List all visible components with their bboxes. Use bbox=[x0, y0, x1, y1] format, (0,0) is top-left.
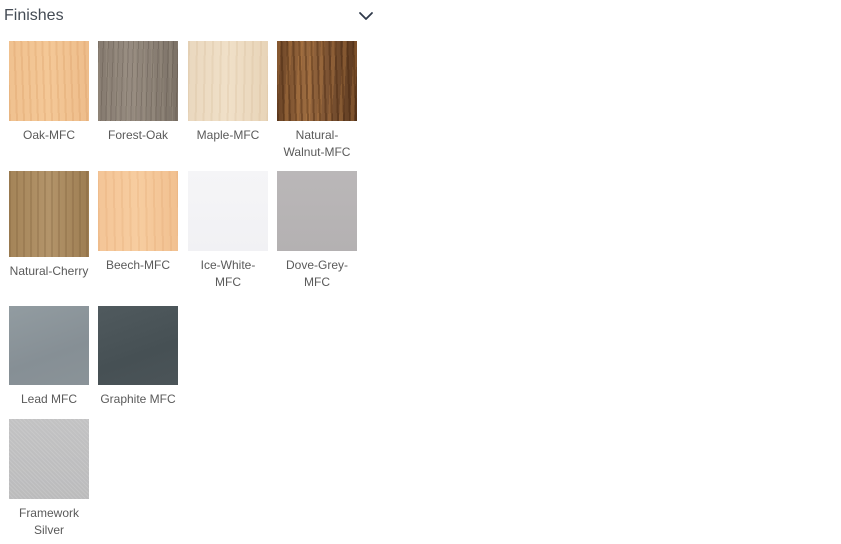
finish-texture-image[interactable] bbox=[98, 41, 178, 121]
finish-texture-image[interactable] bbox=[188, 41, 268, 121]
finish-label: Natural-Cherry bbox=[9, 264, 89, 278]
chevron-down-icon[interactable] bbox=[358, 8, 374, 24]
finish-texture-image[interactable] bbox=[9, 306, 89, 385]
finish-swatch-ice-white-mfc[interactable]: Ice-White-MFC bbox=[188, 171, 268, 291]
finish-label: Lead MFC bbox=[20, 392, 78, 406]
finish-swatch-framework-silver[interactable]: Framework Silver bbox=[9, 419, 89, 539]
finish-swatch-natural-cherry[interactable]: Natural-Cherry bbox=[9, 171, 89, 280]
finish-texture-image[interactable] bbox=[277, 41, 357, 121]
finish-label: Ice-White-MFC bbox=[200, 258, 256, 289]
finish-swatch-natural-walnut-mfc[interactable]: Natural-Walnut-MFC bbox=[277, 41, 357, 161]
finishes-section-header[interactable]: Finishes bbox=[4, 4, 376, 28]
finish-label: Beech-MFC bbox=[105, 258, 170, 272]
finish-label: Graphite MFC bbox=[100, 392, 176, 406]
finish-texture-image[interactable] bbox=[98, 306, 178, 385]
finish-label: Oak-MFC bbox=[23, 128, 75, 142]
finish-swatch-graphite-mfc[interactable]: Graphite MFC bbox=[98, 306, 178, 408]
finish-texture-image[interactable] bbox=[277, 171, 357, 251]
finish-texture-image[interactable] bbox=[188, 171, 268, 251]
finish-swatch-lead-mfc[interactable]: Lead MFC bbox=[9, 306, 89, 408]
finish-swatch-forest-oak[interactable]: Forest-Oak bbox=[98, 41, 178, 144]
finish-texture-image[interactable] bbox=[9, 171, 89, 257]
finish-label: Dove-Grey-MFC bbox=[285, 258, 348, 289]
finish-swatch-oak-mfc[interactable]: Oak-MFC bbox=[9, 41, 89, 144]
finish-label: Natural-Walnut-MFC bbox=[283, 128, 351, 159]
finish-swatch-maple-mfc[interactable]: Maple-MFC bbox=[188, 41, 268, 144]
finish-label: Maple-MFC bbox=[196, 128, 260, 142]
finishes-panel: Finishes Oak-MFC Forest-Oak Maple-MFC Na… bbox=[0, 0, 380, 544]
finish-swatch-beech-mfc[interactable]: Beech-MFC bbox=[98, 171, 178, 274]
section-title: Finishes bbox=[4, 7, 64, 24]
finish-texture-image[interactable] bbox=[9, 419, 89, 499]
finish-texture-image[interactable] bbox=[98, 171, 178, 251]
finish-label: Framework Silver bbox=[18, 506, 79, 537]
finish-swatch-dove-grey-mfc[interactable]: Dove-Grey-MFC bbox=[277, 171, 357, 291]
finish-label: Forest-Oak bbox=[107, 128, 168, 142]
finish-texture-image[interactable] bbox=[9, 41, 89, 121]
